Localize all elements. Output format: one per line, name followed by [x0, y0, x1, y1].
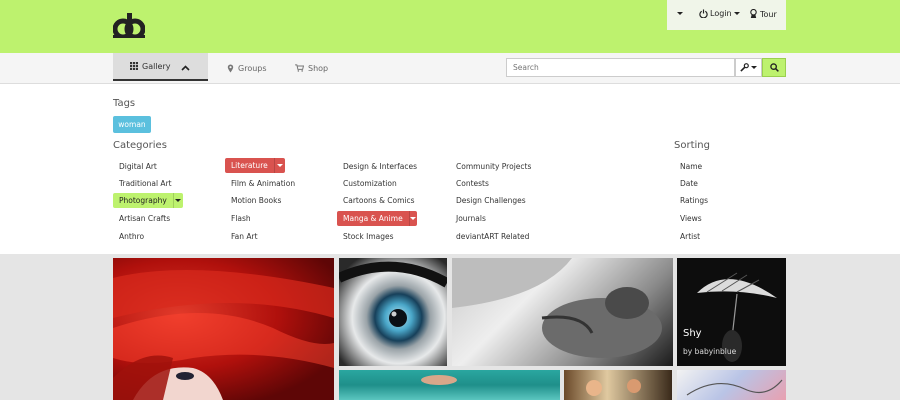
sort-ratings[interactable]: Ratings — [674, 193, 708, 208]
wrench-icon — [740, 63, 749, 72]
tab-gallery[interactable]: Gallery — [113, 53, 208, 81]
caret-down-icon — [733, 12, 740, 15]
category-anthro[interactable]: Anthro — [113, 229, 144, 244]
sort-date[interactable]: Date — [674, 176, 698, 191]
tags-heading: Tags — [113, 98, 136, 109]
search-input[interactable] — [506, 58, 735, 77]
tour-label: Tour — [760, 9, 777, 19]
tab-groups[interactable]: Groups — [227, 53, 267, 83]
thumb-title: Shy — [683, 328, 702, 339]
login-label: Login — [710, 9, 732, 18]
category-design-challenges[interactable]: Design Challenges — [450, 193, 526, 208]
category-digital-art[interactable]: Digital Art — [113, 159, 157, 174]
category-artisan-crafts[interactable]: Artisan Crafts — [113, 211, 170, 226]
sort-name[interactable]: Name — [674, 159, 702, 174]
sort-artist[interactable]: Artist — [674, 229, 700, 244]
category-customization[interactable]: Customization — [337, 176, 397, 191]
category-photography[interactable]: Photography — [113, 193, 183, 208]
categories-heading: Categories — [113, 140, 167, 151]
caret-down-icon — [276, 164, 283, 167]
map-marker-icon — [227, 63, 234, 73]
user-tour-icon — [750, 9, 757, 19]
category-photography-label: Photography — [119, 196, 167, 205]
eye-artwork — [339, 261, 447, 327]
deviantart-logo[interactable] — [113, 12, 145, 38]
tab-shop[interactable]: Shop — [295, 53, 328, 83]
category-literature-label: Literature — [231, 161, 268, 170]
category-journals[interactable]: Journals — [450, 211, 486, 226]
category-contests[interactable]: Contests — [450, 176, 489, 191]
tag-woman[interactable]: woman — [113, 116, 151, 133]
underwater-artwork — [421, 375, 457, 385]
sorting-heading: Sorting — [674, 140, 710, 151]
chevron-up-icon — [181, 65, 190, 71]
sketch-artwork — [686, 379, 783, 396]
caret-down-icon — [410, 217, 417, 220]
gallery-thumb-underwater[interactable] — [339, 370, 560, 400]
grid-icon — [130, 62, 138, 70]
category-fan-art[interactable]: Fan Art — [225, 229, 258, 244]
category-stock-images[interactable]: Stock Images — [337, 229, 394, 244]
gallery-thumb-sketch[interactable] — [677, 370, 786, 400]
category-traditional-art[interactable]: Traditional Art — [113, 176, 172, 191]
top-header: Login Tour — [0, 0, 900, 53]
category-design-interfaces[interactable]: Design & Interfaces — [337, 159, 417, 174]
red-hair-artwork — [113, 270, 334, 400]
caret-down-icon — [175, 199, 182, 202]
gallery-thumb-red-hair[interactable] — [113, 258, 334, 400]
tab-shop-label: Shop — [308, 63, 329, 73]
tools-dropdown-button[interactable] — [735, 58, 762, 77]
category-photography-dropdown[interactable] — [172, 193, 183, 208]
login-button[interactable]: Login — [699, 9, 740, 18]
category-literature-dropdown[interactable] — [273, 158, 285, 173]
kitten-artwork — [452, 258, 662, 358]
category-literature[interactable]: Literature — [225, 158, 285, 173]
user-menu-bar: Login Tour — [667, 0, 786, 30]
gallery-thumb-comic-figures[interactable] — [564, 370, 672, 400]
comic-artwork — [586, 379, 641, 396]
category-manga-anime-dropdown[interactable] — [408, 211, 417, 226]
search-button[interactable] — [762, 58, 786, 77]
tab-gallery-label: Gallery — [142, 61, 171, 71]
tour-button[interactable]: Tour — [749, 9, 777, 19]
category-cartoons-comics[interactable]: Cartoons & Comics — [337, 193, 415, 208]
sort-views[interactable]: Views — [674, 211, 702, 226]
category-community-projects[interactable]: Community Projects — [450, 159, 531, 174]
category-manga-anime[interactable]: Manga & Anime — [337, 211, 417, 226]
search-icon — [769, 63, 779, 72]
power-icon — [699, 9, 708, 18]
category-deviantart-related[interactable]: deviantART Related — [450, 229, 529, 244]
menu-dropdown[interactable] — [677, 12, 683, 15]
category-manga-anime-label: Manga & Anime — [343, 214, 403, 223]
shopping-cart-icon — [295, 64, 304, 72]
category-motion-books[interactable]: Motion Books — [225, 193, 281, 208]
gallery-thumb-kitten[interactable] — [452, 258, 673, 366]
gallery-thumb-blue-eye[interactable] — [339, 258, 447, 366]
caret-down-icon — [751, 66, 757, 69]
gallery-thumb-shy[interactable]: Shy by babyinblue — [677, 258, 786, 366]
caret-down-icon — [677, 12, 683, 15]
thumb-artist: by babyinblue — [683, 347, 737, 356]
tab-groups-label: Groups — [238, 63, 267, 73]
category-flash[interactable]: Flash — [225, 211, 251, 226]
category-film-animation[interactable]: Film & Animation — [225, 176, 295, 191]
